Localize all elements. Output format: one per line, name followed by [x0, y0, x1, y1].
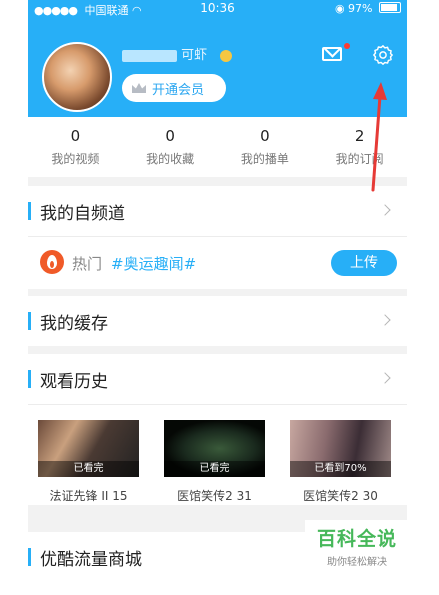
- watermark-subtitle: 助你轻松解决: [327, 557, 387, 568]
- watermark-logo: 百科全说 助你轻松解决: [305, 520, 409, 570]
- watermark-title: 百科全说: [316, 528, 397, 550]
- annotation-arrow: [371, 82, 387, 192]
